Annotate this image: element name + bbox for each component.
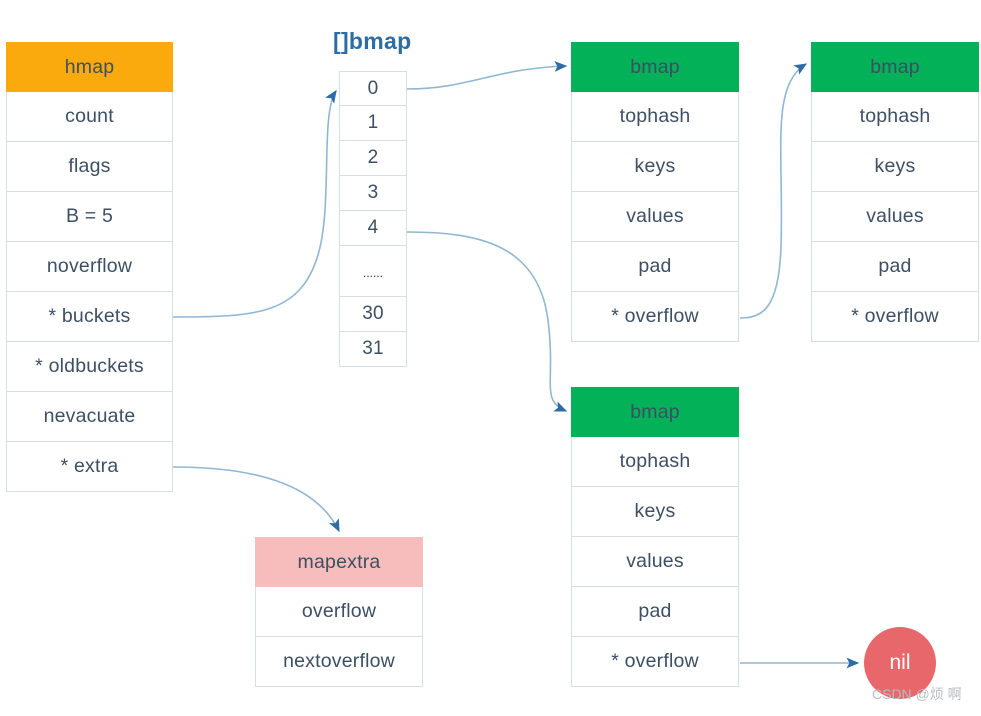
bmap-struct-1: bmap tophash keys values pad * overflow — [571, 42, 739, 342]
bmap-array-slot-ellipsis: ...... — [339, 246, 407, 297]
hmap-field-b: B = 5 — [6, 192, 173, 242]
bmap-array-slot-2: 2 — [339, 141, 407, 176]
hmap-field-flags: flags — [6, 142, 173, 192]
hmap-field-nevacuate: nevacuate — [6, 392, 173, 442]
bmap-array-slot-3: 3 — [339, 176, 407, 211]
mapextra-struct: mapextra overflow nextoverflow — [255, 537, 423, 687]
hmap-field-noverflow: noverflow — [6, 242, 173, 292]
bmap-2-field-values: values — [811, 192, 979, 242]
bmap-2-header: bmap — [811, 42, 979, 92]
bmap-array: 0 1 2 3 4 ...... 30 31 — [339, 71, 407, 367]
bmap-3-field-values: values — [571, 537, 739, 587]
bmap-2-field-keys: keys — [811, 142, 979, 192]
bmap-1-field-keys: keys — [571, 142, 739, 192]
bmap-3-header: bmap — [571, 387, 739, 437]
bmap-struct-3: bmap tophash keys values pad * overflow — [571, 387, 739, 687]
nil-node-label: nil — [889, 651, 911, 674]
bmap-1-field-pad: pad — [571, 242, 739, 292]
bmap-1-header: bmap — [571, 42, 739, 92]
hmap-field-extra: * extra — [6, 442, 173, 492]
hmap-struct: hmap count flags B = 5 noverflow * bucke… — [6, 42, 173, 492]
connector-slot4-to-bmap3 — [406, 231, 568, 412]
connector-slot0-to-bmap1 — [406, 61, 568, 90]
bmap-array-slot-30: 30 — [339, 297, 407, 332]
watermark: CSDN @烦 啊 — [872, 686, 962, 702]
bmap-3-field-tophash: tophash — [571, 437, 739, 487]
bmap-array-slot-4: 4 — [339, 211, 407, 246]
connector-buckets-to-bmap-array — [172, 89, 337, 318]
bmap-array-slot-31: 31 — [339, 332, 407, 367]
bmap-3-field-pad: pad — [571, 587, 739, 637]
bmap-struct-2: bmap tophash keys values pad * overflow — [811, 42, 979, 342]
mapextra-field-overflow: overflow — [255, 587, 423, 637]
hmap-field-buckets: * buckets — [6, 292, 173, 342]
bmap-array-slot-1: 1 — [339, 106, 407, 141]
diagram-canvas: hmap count flags B = 5 noverflow * bucke… — [0, 0, 981, 716]
bmap-3-field-overflow: * overflow — [571, 637, 739, 687]
mapextra-field-nextoverflow: nextoverflow — [255, 637, 423, 687]
bmap-2-field-overflow: * overflow — [811, 292, 979, 342]
bmap-2-field-pad: pad — [811, 242, 979, 292]
bmap-1-field-overflow: * overflow — [571, 292, 739, 342]
hmap-header: hmap — [6, 42, 173, 92]
mapextra-header: mapextra — [255, 537, 423, 587]
connector-bmap1-overflow-to-bmap2 — [739, 63, 808, 319]
bmap-1-field-values: values — [571, 192, 739, 242]
bmap-3-field-keys: keys — [571, 487, 739, 537]
hmap-field-count: count — [6, 92, 173, 142]
bmap-2-field-tophash: tophash — [811, 92, 979, 142]
bmap-array-slot-0: 0 — [339, 71, 407, 106]
bmap-1-field-tophash: tophash — [571, 92, 739, 142]
connector-extra-to-mapextra — [172, 466, 340, 533]
bmap-array-title: []bmap — [333, 28, 412, 54]
hmap-field-oldbuckets: * oldbuckets — [6, 342, 173, 392]
ellipsis-label: ...... — [362, 266, 383, 280]
